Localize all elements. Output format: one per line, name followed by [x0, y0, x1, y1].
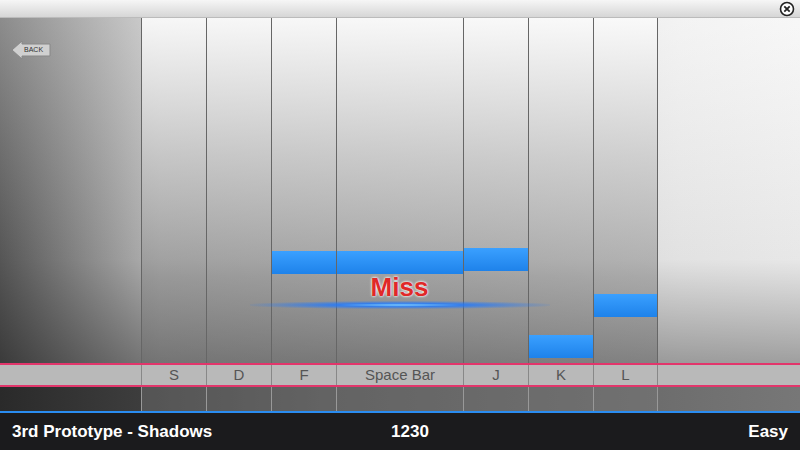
- back-label: BACK: [24, 45, 43, 55]
- lane-tail: [271, 387, 336, 411]
- lower-spacer: [0, 387, 141, 411]
- lane-key[interactable]: F: [271, 365, 336, 385]
- lane-tail: [206, 387, 271, 411]
- status-bar: 3rd Prototype - Shadows 1230 Easy: [0, 411, 800, 450]
- judgement-text: Miss: [336, 272, 463, 302]
- top-bar: [0, 0, 800, 18]
- difficulty: Easy: [748, 419, 788, 445]
- note: [529, 335, 593, 358]
- lane: [271, 18, 336, 363]
- playfield: BACK Miss: [0, 18, 800, 363]
- score: 1230: [370, 419, 450, 445]
- lane-tail: [141, 387, 206, 411]
- lane-tail: [593, 387, 658, 411]
- lane-tail: [463, 387, 528, 411]
- lane-tail: [528, 387, 593, 411]
- song-title: 3rd Prototype - Shadows: [12, 419, 212, 445]
- lane-bottom: [0, 387, 800, 411]
- lane-key[interactable]: D: [206, 365, 271, 385]
- lane-key[interactable]: S: [141, 365, 206, 385]
- lane: [463, 18, 528, 363]
- lane: [593, 18, 658, 363]
- lane-key[interactable]: J: [463, 365, 528, 385]
- hit-glow: [250, 301, 550, 309]
- lane: [336, 18, 463, 363]
- note: [272, 251, 336, 274]
- note: [337, 251, 463, 274]
- lane-key[interactable]: K: [528, 365, 593, 385]
- back-button[interactable]: BACK: [12, 40, 52, 60]
- lane-key[interactable]: Space Bar: [336, 365, 463, 385]
- lane: [528, 18, 593, 363]
- note: [464, 248, 528, 271]
- lane: [206, 18, 271, 363]
- close-icon[interactable]: [779, 1, 795, 17]
- lane-tail: [336, 387, 463, 411]
- lane: [141, 18, 206, 363]
- note: [594, 294, 657, 317]
- key-strip: SDFSpace BarJKL: [0, 363, 800, 387]
- key-spacer: [0, 365, 141, 385]
- left-margin: [0, 18, 141, 363]
- lane-key[interactable]: L: [593, 365, 658, 385]
